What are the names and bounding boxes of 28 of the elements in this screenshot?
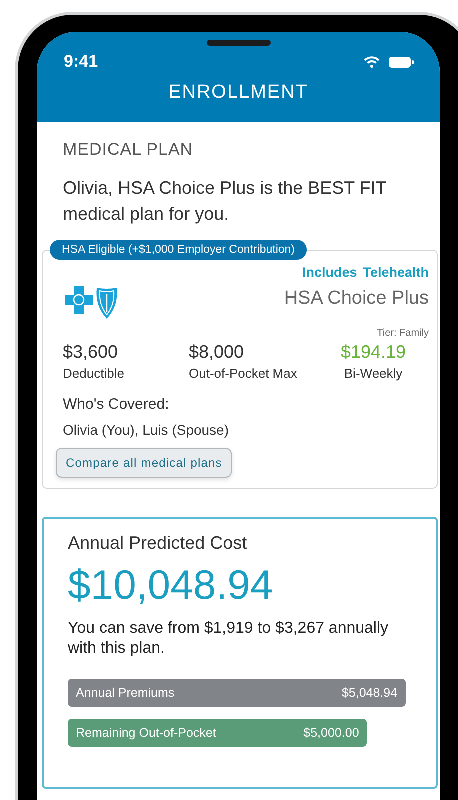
bar-amount: $5,000.00 (304, 726, 360, 740)
bar-amount: $5,048.94 (342, 686, 398, 700)
feature-tag: Telehealth (363, 265, 429, 280)
speaker-notch (207, 40, 271, 46)
covered-label: Who's Covered: (63, 396, 170, 413)
stat-value: $194.19 (341, 342, 406, 363)
section-title: MEDICAL PLAN (62, 140, 194, 160)
bar-label: Remaining Out-of-Pocket (76, 726, 216, 740)
feature-tag: Includes (302, 265, 358, 280)
battery-icon (389, 56, 414, 68)
stat-value: $3,600 (63, 342, 120, 363)
cost-total: $10,048.94 (68, 562, 274, 609)
header-title: ENROLLMENT (168, 82, 310, 104)
plan-name: HSA Choice Plus (284, 288, 429, 310)
hsa-badge: HSA Eligible (+$1,000 Employer Contribution) (50, 240, 307, 260)
stat-label: Bi-Weekly (344, 366, 403, 381)
cost-title: Annual Predicted Cost (68, 533, 248, 554)
tier-label: Tier: Family (377, 328, 429, 339)
stat-value: $8,000 (189, 342, 246, 363)
stat-label: Deductible (63, 366, 126, 381)
compare-plans-button[interactable]: Compare all medical plans (56, 448, 232, 478)
savings-text: You can save from $1,919 to $3,267 annually with this plan. (68, 619, 390, 659)
recommendation-text: Olivia, HSA Choice Plus is the BEST FIT medical plan for you. (62, 177, 388, 226)
bar-label: Annual Premiums (76, 686, 175, 700)
status-time: 9:41 (64, 52, 100, 73)
covered-people: Olivia (You), Luis (Spouse) (63, 422, 230, 438)
wifi-icon (364, 56, 380, 68)
stat-label: Out-of-Pocket Max (189, 366, 298, 381)
